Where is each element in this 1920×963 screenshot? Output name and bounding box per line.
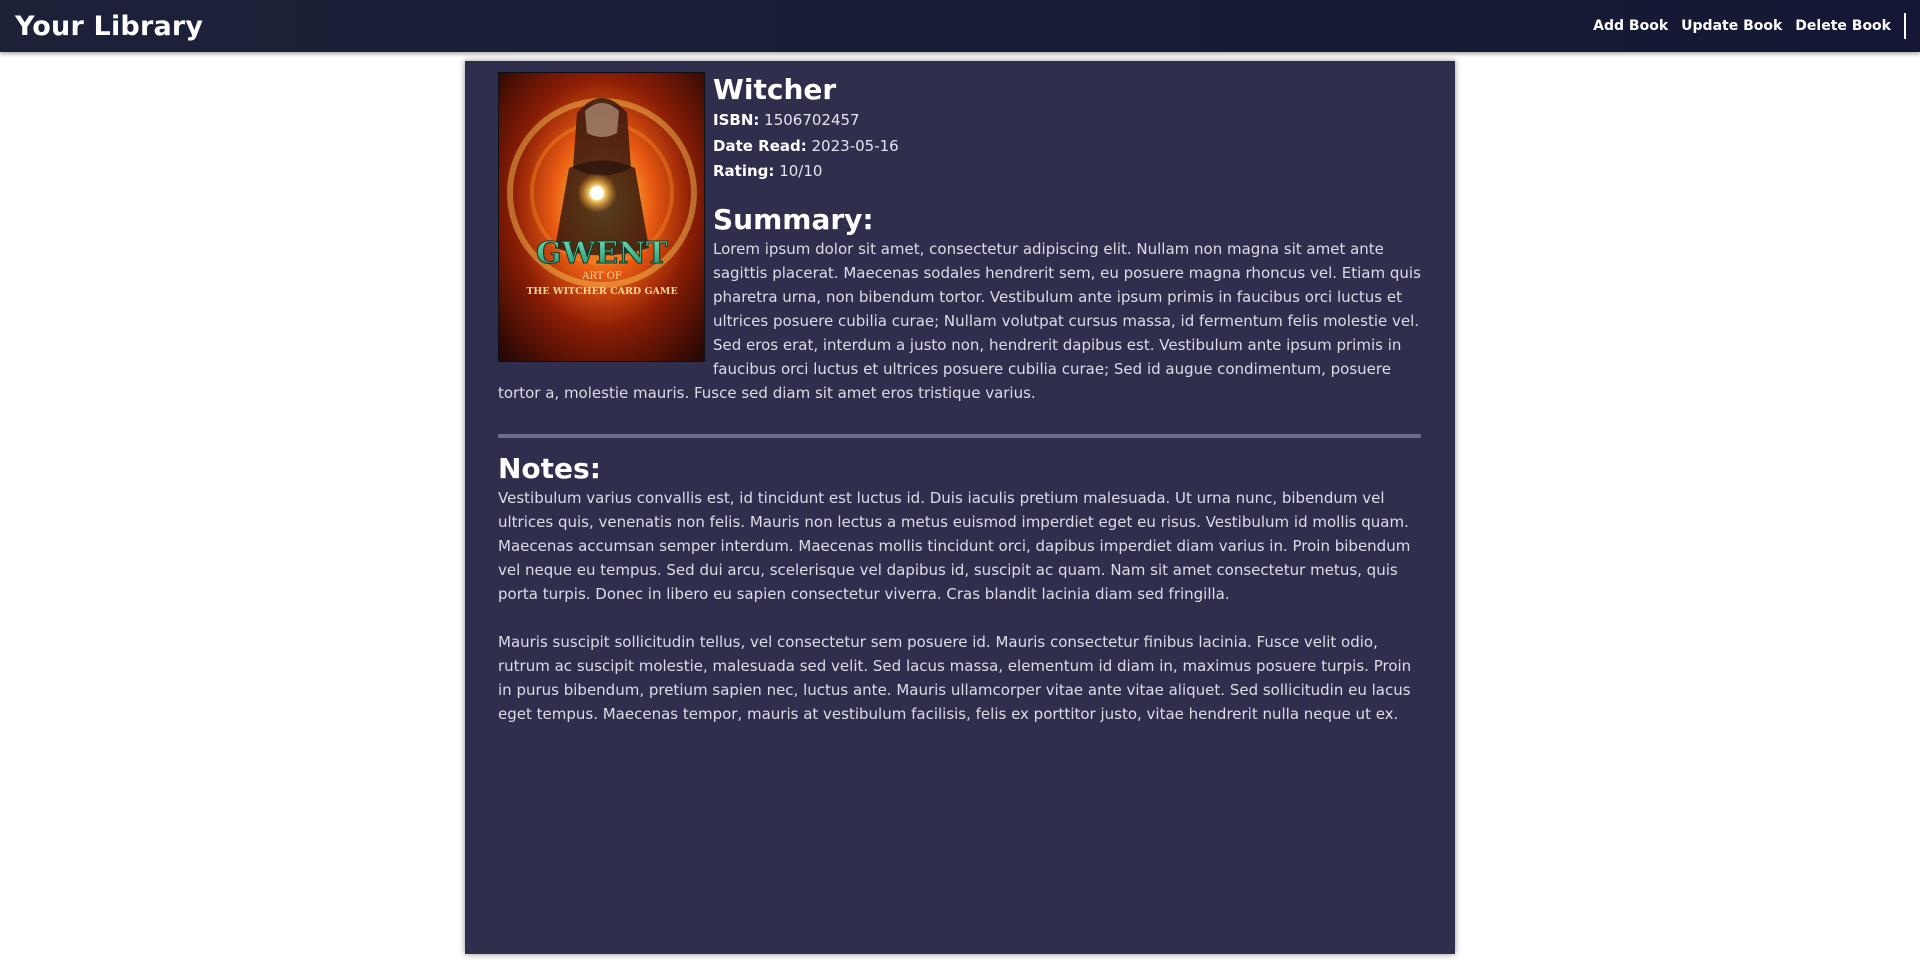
cover-logo-text: GWENT [536, 236, 669, 271]
notes-paragraph-2: Mauris suscipit sollicitudin tellus, vel… [498, 632, 1412, 723]
isbn-label: ISBN: [713, 111, 760, 129]
nav-divider [1904, 13, 1906, 39]
book-cover-image: GWENT ART OF THE WITCHER CARD GAME [498, 72, 705, 362]
book-detail-card: GWENT ART OF THE WITCHER CARD GAME Witch… [465, 61, 1455, 954]
cover-caption-text: THE WITCHER CARD GAME [526, 286, 677, 297]
rating-label: Rating: [713, 162, 775, 180]
add-book-link[interactable]: Add Book [1593, 18, 1668, 34]
section-divider [498, 433, 1421, 438]
rating-value: 10/10 [779, 162, 823, 180]
isbn-value: 1506702457 [764, 111, 860, 129]
date-read-value: 2023-05-16 [811, 136, 899, 155]
date-read-label: Date Read: [713, 136, 807, 155]
nav-links: Add Book Update Book Delete Book [1580, 0, 1920, 52]
top-navbar: Your Library Add Book Update Book Delete… [0, 0, 1920, 52]
delete-book-link[interactable]: Delete Book [1795, 18, 1891, 34]
notes-paragraph-1: Vestibulum varius convallis est, id tinc… [498, 488, 1411, 603]
brand-title[interactable]: Your Library [0, 11, 203, 42]
notes-heading: Notes: [498, 451, 601, 485]
update-book-link[interactable]: Update Book [1681, 18, 1782, 34]
cover-subtitle-text: ART OF [581, 271, 622, 282]
